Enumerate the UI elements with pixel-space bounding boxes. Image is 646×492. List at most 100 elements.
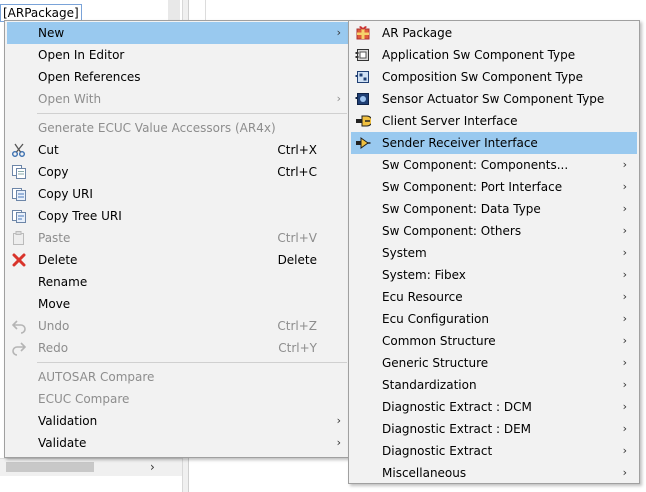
menu-item-label: Open In Editor [38, 48, 125, 62]
client-server-interface-icon [355, 113, 373, 129]
submenu-arrow-icon: › [336, 26, 341, 39]
submenu-item-sw-component-others[interactable]: Sw Component: Others › [351, 220, 637, 242]
ar-package-icon [355, 25, 371, 41]
menu-item-copy[interactable]: Copy Ctrl+C [7, 161, 349, 183]
menu-item-label: Copy URI [38, 187, 93, 201]
menu-item-move[interactable]: Move [7, 293, 349, 315]
submenu-arrow-icon: › [336, 92, 341, 105]
menu-item-label: Move [38, 297, 71, 311]
submenu-item-ar-package[interactable]: AR Package [351, 22, 637, 44]
submenu-arrow-icon: › [336, 414, 341, 427]
menu-item-paste[interactable]: Paste Ctrl+V [7, 227, 349, 249]
submenu-item-miscellaneous[interactable]: Miscellaneous › [351, 462, 637, 484]
submenu-item-label: Miscellaneous [382, 466, 467, 480]
menu-item-label: Undo [38, 319, 70, 333]
submenu-item-client-server-interface[interactable]: Client Server Interface [351, 110, 637, 132]
submenu-item-label: AR Package [382, 26, 453, 40]
submenu-arrow-icon: › [622, 202, 627, 215]
submenu-item-application-sw-component-type[interactable]: Application Sw Component Type [351, 44, 637, 66]
submenu-item-composition-sw-component-type[interactable]: Composition Sw Component Type [351, 66, 637, 88]
menu-item-label: Delete [38, 253, 78, 267]
menu-item-open-in-editor[interactable]: Open In Editor [7, 44, 349, 66]
submenu-item-sw-component-port-interface[interactable]: Sw Component: Port Interface › [351, 176, 637, 198]
shortcut-label: Delete [277, 253, 317, 267]
submenu-item-label: Composition Sw Component Type [382, 70, 584, 84]
composition-type-icon [355, 69, 371, 85]
submenu-item-label: Diagnostic Extract : DEM [382, 422, 532, 436]
submenu-item-label: Sw Component: Components... [382, 158, 569, 172]
submenu-item-ecu-resource[interactable]: Ecu Resource › [351, 286, 637, 308]
submenu-item-system[interactable]: System › [351, 242, 637, 264]
context-menu: New › Open In Editor Open References Ope… [4, 20, 352, 458]
submenu-arrow-icon: › [622, 180, 627, 193]
submenu-item-diagnostic-extract-dem[interactable]: Diagnostic Extract : DEM › [351, 418, 637, 440]
submenu-arrow-icon: › [622, 334, 627, 347]
submenu-item-label: Ecu Resource [382, 290, 463, 304]
delete-x-icon [11, 252, 27, 268]
menu-item-validation[interactable]: Validation › [7, 410, 349, 432]
menu-item-label: ECUC Compare [38, 392, 130, 406]
menu-item-label: Rename [38, 275, 88, 289]
submenu-item-label: Ecu Configuration [382, 312, 489, 326]
submenu-item-label: System: Fibex [382, 268, 466, 282]
menu-item-generate-ecuc-accessors[interactable]: Generate ECUC Value Accessors (AR4x) [7, 117, 349, 139]
menu-item-undo[interactable]: Undo Ctrl+Z [7, 315, 349, 337]
shortcut-label: Ctrl+C [277, 165, 317, 179]
copy-icon [11, 164, 27, 180]
submenu-item-sw-component-components[interactable]: Sw Component: Components... › [351, 154, 637, 176]
submenu-item-label: Diagnostic Extract [382, 444, 493, 458]
submenu-item-sender-receiver-interface[interactable]: Sender Receiver Interface [351, 132, 637, 154]
menu-separator [37, 113, 347, 114]
submenu-item-label: Sensor Actuator Sw Component Type [382, 92, 605, 106]
shortcut-label: Ctrl+X [277, 143, 317, 157]
menu-item-label: New [38, 26, 65, 40]
submenu-item-label: Standardization [382, 378, 477, 392]
submenu-arrow-icon: › [622, 312, 627, 325]
submenu-item-label: Diagnostic Extract : DCM [382, 400, 532, 414]
submenu-item-label: Common Structure [382, 334, 496, 348]
submenu-item-label: Sw Component: Data Type [382, 202, 541, 216]
submenu-item-diagnostic-extract[interactable]: Diagnostic Extract › [351, 440, 637, 462]
scrollbar-thumb[interactable] [6, 462, 94, 472]
menu-item-cut[interactable]: Cut Ctrl+X [7, 139, 349, 161]
sensor-actuator-icon [355, 91, 371, 107]
submenu-item-diagnostic-extract-dcm[interactable]: Diagnostic Extract : DCM › [351, 396, 637, 418]
shortcut-label: Ctrl+Y [278, 341, 317, 355]
submenu-arrow-icon: › [622, 158, 627, 171]
vertical-scrollbar[interactable] [168, 0, 180, 20]
submenu-arrow-icon: › [622, 378, 627, 391]
submenu-item-label: Application Sw Component Type [382, 48, 576, 62]
scroll-right-arrow-icon[interactable]: › [150, 459, 155, 476]
menu-item-open-with[interactable]: Open With › [7, 88, 349, 110]
menu-item-validate[interactable]: Validate › [7, 432, 349, 454]
submenu-item-label: Client Server Interface [382, 114, 518, 128]
submenu-item-ecu-configuration[interactable]: Ecu Configuration › [351, 308, 637, 330]
horizontal-scrollbar[interactable]: › [0, 458, 182, 476]
shortcut-label: Ctrl+V [277, 231, 317, 245]
submenu-item-sw-component-data-type[interactable]: Sw Component: Data Type › [351, 198, 637, 220]
submenu-item-sensor-actuator-sw-component-type[interactable]: Sensor Actuator Sw Component Type [351, 88, 637, 110]
submenu-item-standardization[interactable]: Standardization › [351, 374, 637, 396]
menu-item-copy-uri[interactable]: Copy URI [7, 183, 349, 205]
submenu-arrow-icon: › [622, 290, 627, 303]
submenu-item-system-fibex[interactable]: System: Fibex › [351, 264, 637, 286]
menu-item-delete[interactable]: Delete Delete [7, 249, 349, 271]
menu-item-new[interactable]: New › [7, 22, 349, 44]
menu-item-autosar-compare[interactable]: AUTOSAR Compare [7, 366, 349, 388]
menu-item-label: Paste [38, 231, 71, 245]
component-type-icon [355, 47, 371, 63]
menu-item-ecuc-compare[interactable]: ECUC Compare [7, 388, 349, 410]
submenu-item-common-structure[interactable]: Common Structure › [351, 330, 637, 352]
shortcut-label: Ctrl+Z [277, 319, 317, 333]
submenu-item-label: Sw Component: Port Interface [382, 180, 563, 194]
menu-item-open-references[interactable]: Open References [7, 66, 349, 88]
submenu-item-generic-structure[interactable]: Generic Structure › [351, 352, 637, 374]
menu-item-redo[interactable]: Redo Ctrl+Y [7, 337, 349, 359]
menu-item-rename[interactable]: Rename [7, 271, 349, 293]
sender-receiver-interface-icon [355, 135, 371, 151]
menu-item-label: Generate ECUC Value Accessors (AR4x) [38, 121, 276, 135]
menu-item-label: Copy [38, 165, 69, 179]
menu-item-label: Validate [38, 436, 87, 450]
paste-icon [11, 230, 27, 246]
menu-item-copy-tree-uri[interactable]: Copy Tree URI [7, 205, 349, 227]
